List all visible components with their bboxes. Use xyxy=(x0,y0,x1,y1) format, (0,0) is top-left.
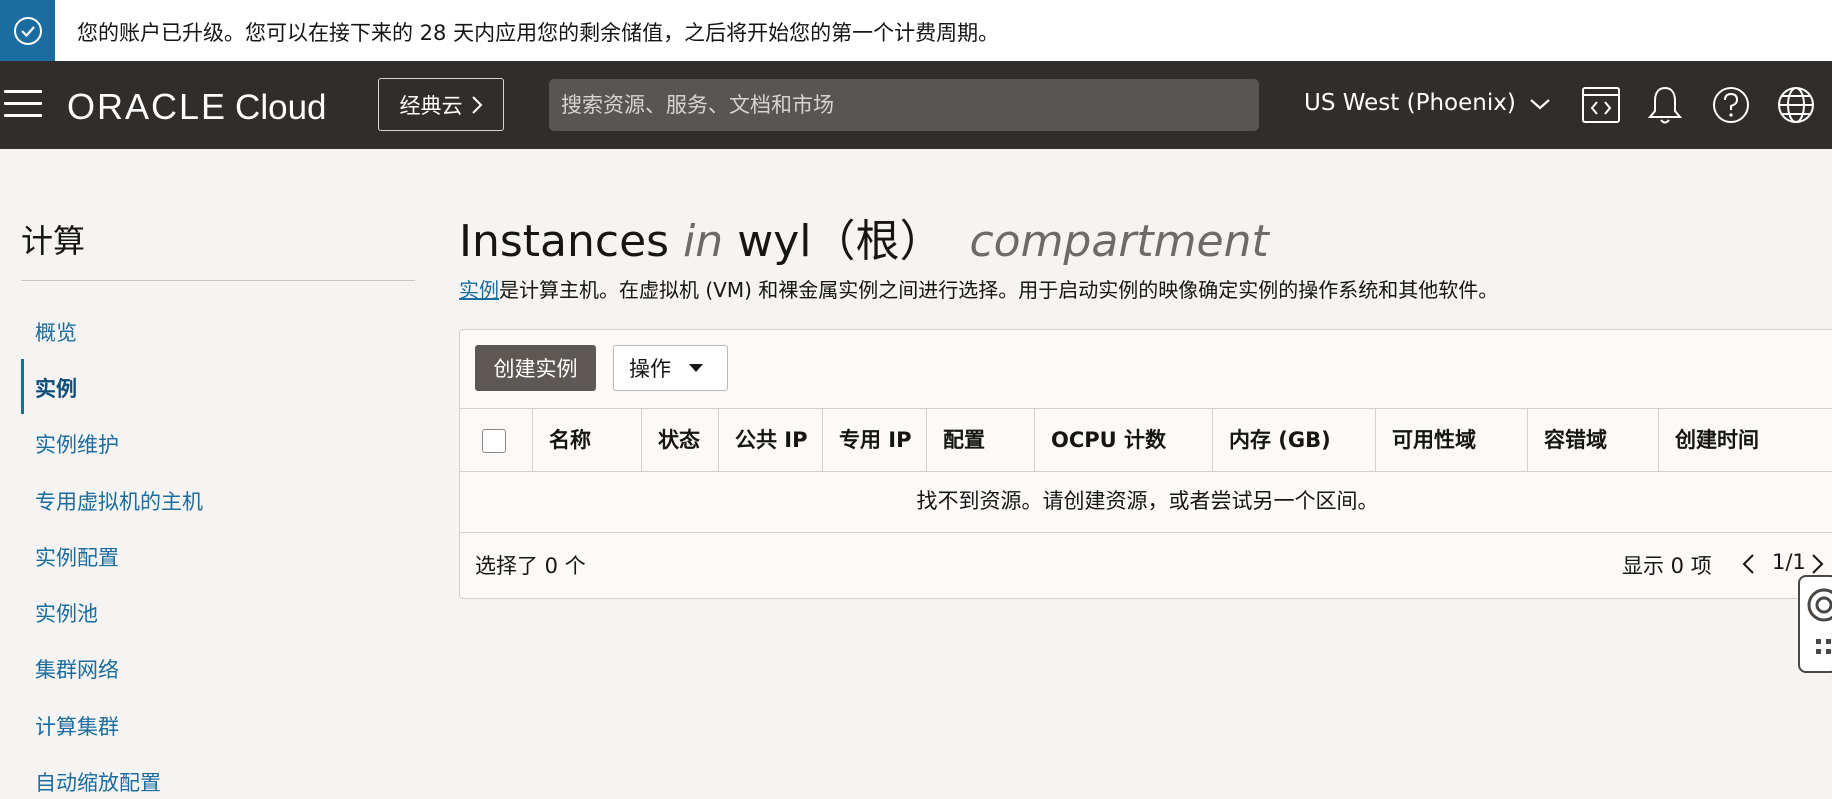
column-header-fault-domain[interactable]: 容错域 xyxy=(1527,409,1658,471)
code-editor-icon[interactable] xyxy=(1580,84,1622,126)
column-header-ocpu-count[interactable]: OCPU 计数 xyxy=(1034,409,1212,471)
top-header: ORACLE Cloud 经典云 搜索资源、服务、文档和市场 US West (P… xyxy=(0,61,1832,149)
banner-message: 您的账户已升级。您可以在接下来的 28 天内应用您的剩余储值，之后将开始您的第一… xyxy=(77,21,1000,45)
page-title: Instances in wyl（根） compartment xyxy=(459,205,1269,269)
grid-dots-icon xyxy=(1816,639,1831,654)
empty-table-message: 找不到资源。请创建资源，或者尝试另一个区间。 xyxy=(460,470,1832,533)
sidebar-item-instance-pools[interactable]: 实例池 xyxy=(35,598,98,628)
page-description: 实例是计算主机。在虚拟机 (VM) 和裸金属实例之间进行选择。用于启动实例的映像… xyxy=(459,274,1498,303)
sidebar-item-cluster-networks[interactable]: 集群网络 xyxy=(35,654,119,684)
instances-table-panel: 创建实例 操作 名称 状态 公共 IP 专用 IP 配置 OCPU 计数 内存 … xyxy=(459,329,1832,599)
logo-cloud-text: Cloud xyxy=(235,88,327,127)
classic-cloud-label: 经典云 xyxy=(399,93,463,118)
sidebar-divider xyxy=(21,280,415,281)
chevron-right-icon[interactable] xyxy=(1810,552,1826,576)
instances-doc-link[interactable]: 实例 xyxy=(459,278,499,302)
hamburger-menu-icon[interactable] xyxy=(4,90,42,120)
classic-cloud-button[interactable]: 经典云 xyxy=(378,78,504,131)
sidebar-item-compute-clusters[interactable]: 计算集群 xyxy=(35,711,119,741)
search-placeholder: 搜索资源、服务、文档和市场 xyxy=(561,93,834,117)
title-compartment-name: wyl（根） xyxy=(737,216,944,267)
actions-label: 操作 xyxy=(629,357,671,381)
region-label: US West (Phoenix) xyxy=(1304,90,1516,116)
chevron-down-icon xyxy=(1530,98,1550,109)
actions-dropdown-button[interactable]: 操作 xyxy=(613,345,728,391)
chevron-right-icon xyxy=(471,95,482,114)
sidebar-item-instance-maintenance[interactable]: 实例维护 xyxy=(35,429,119,459)
sidebar-item-instance-configurations[interactable]: 实例配置 xyxy=(35,542,119,572)
column-header-private-ip[interactable]: 专用 IP xyxy=(822,409,926,471)
chevron-left-icon[interactable] xyxy=(1740,552,1756,576)
column-header-availability-domain[interactable]: 可用性域 xyxy=(1375,409,1527,471)
column-header-created[interactable]: 创建时间 xyxy=(1658,409,1832,471)
sidebar-item-dedicated-vm-hosts[interactable]: 专用虚拟机的主机 xyxy=(35,486,203,516)
title-in: in xyxy=(683,216,724,267)
column-header-shape[interactable]: 配置 xyxy=(926,409,1034,471)
language-globe-icon[interactable] xyxy=(1775,84,1817,126)
showing-count: 显示 0 项 xyxy=(1622,554,1712,578)
banner-icon-box xyxy=(0,0,55,61)
column-header-memory[interactable]: 内存 (GB) xyxy=(1212,409,1375,471)
logo-oracle-text: ORACLE xyxy=(67,86,228,127)
column-header-public-ip[interactable]: 公共 IP xyxy=(718,409,822,471)
upgrade-banner: 您的账户已升级。您可以在接下来的 28 天内应用您的剩余储值，之后将开始您的第一… xyxy=(0,0,1832,62)
description-text: 是计算主机。在虚拟机 (VM) 和裸金属实例之间进行选择。用于启动实例的映像确定… xyxy=(499,278,1499,302)
support-widget[interactable] xyxy=(1798,575,1832,673)
notifications-bell-icon[interactable] xyxy=(1644,84,1686,126)
help-icon[interactable] xyxy=(1710,84,1752,126)
caret-down-icon xyxy=(689,364,703,372)
title-main: Instances xyxy=(459,216,670,267)
select-all-checkbox[interactable] xyxy=(482,429,506,453)
check-circle-icon xyxy=(13,16,42,45)
create-instance-button[interactable]: 创建实例 xyxy=(475,345,596,391)
sidebar-active-indicator xyxy=(21,359,24,414)
sidebar-item-overview[interactable]: 概览 xyxy=(35,317,77,347)
sidebar-item-instances[interactable]: 实例 xyxy=(35,373,77,403)
sidebar-item-autoscaling-configurations[interactable]: 自动缩放配置 xyxy=(35,767,161,797)
column-header-name[interactable]: 名称 xyxy=(532,409,641,471)
sidebar-title: 计算 xyxy=(21,222,86,260)
column-header-state[interactable]: 状态 xyxy=(641,409,718,471)
table-header: 名称 状态 公共 IP 专用 IP 配置 OCPU 计数 内存 (GB) 可用性… xyxy=(460,408,1832,472)
select-all-cell xyxy=(460,409,532,471)
oracle-cloud-logo[interactable]: ORACLE Cloud xyxy=(67,86,327,128)
lifebuoy-icon xyxy=(1807,588,1832,622)
selection-count: 选择了 0 个 xyxy=(475,554,586,578)
search-input[interactable]: 搜索资源、服务、文档和市场 xyxy=(549,79,1259,131)
region-selector[interactable]: US West (Phoenix) xyxy=(1304,90,1551,116)
page-indicator: 1/1 xyxy=(1772,550,1806,574)
title-compartment: compartment xyxy=(969,216,1269,267)
